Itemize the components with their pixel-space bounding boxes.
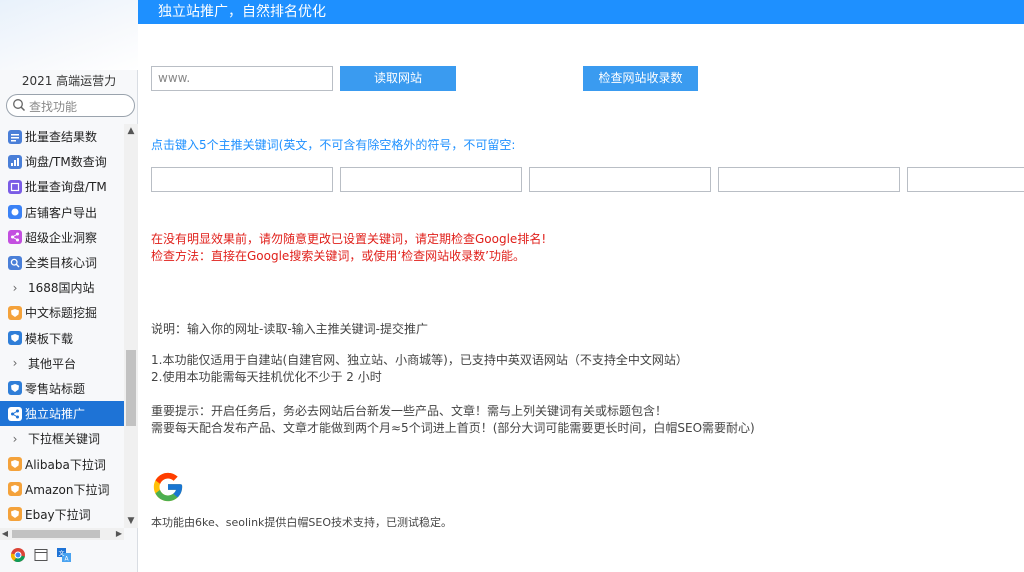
sidebar-item-12[interactable]: › 下拉框关键词 — [0, 426, 124, 451]
shield-icon — [8, 482, 22, 497]
sidebar-item-label: 询盘/TM数查询 — [25, 155, 107, 170]
sidebar-item-5[interactable]: 全类目核心词 — [0, 250, 124, 275]
scrollbar-thumb-horizontal[interactable] — [12, 530, 100, 538]
sidebar-item-7[interactable]: 中文标题挖掘 — [0, 300, 124, 325]
sidebar-item-label: 店铺客户导出 — [25, 205, 98, 220]
translate-icon[interactable]: 文 A — [56, 547, 72, 563]
sidebar-item-label: Alibaba下拉词 — [25, 457, 106, 472]
main-panel: www. 读取网站 检查网站收录数 点击键入5个主推关键词(英文，不可含有除空格… — [138, 24, 1024, 572]
keyword-input-5[interactable] — [907, 167, 1024, 192]
website-url-input[interactable]: www. — [151, 66, 333, 91]
sidebar-item-label: 超级企业洞察 — [25, 230, 98, 245]
keyword-input-4[interactable] — [718, 167, 900, 192]
instructions-text: 说明：输入你的网址-读取-输入主推关键词-提交推广 — [151, 322, 428, 336]
menu-horizontal-scrollbar[interactable]: ◀ ▶ — [0, 528, 124, 540]
sidebar-item-label: 1688国内站 — [28, 281, 95, 296]
share-icon — [8, 230, 22, 245]
sidebar-item-label: 模板下载 — [25, 331, 74, 346]
sidebar-item-13[interactable]: Alibaba下拉词 — [0, 451, 124, 476]
scroll-down-arrow-icon[interactable]: ▼ — [124, 514, 138, 528]
sidebar-item-label: 独立站推广 — [25, 407, 86, 422]
search-icon — [8, 255, 22, 270]
search-list-icon — [8, 129, 22, 144]
shield-icon — [8, 305, 22, 320]
menu-vertical-scrollbar[interactable]: ▲ ▼ — [124, 124, 138, 528]
sidebar-item-1[interactable]: 询盘/TM数查询 — [0, 149, 124, 174]
sidebar-item-8[interactable]: 模板下载 — [0, 326, 124, 351]
sidebar: 2021 高端运营力 查找功能 批量查结果数 询盘/TM数查询 批量查询盘/TM 店铺… — [0, 0, 138, 572]
app-window: 2021 高端运营力 查找功能 批量查结果数 询盘/TM数查询 批量查询盘/TM 店铺… — [0, 0, 1024, 572]
sidebar-item-10[interactable]: 零售站标题 — [0, 376, 124, 401]
url-placeholder: www. — [158, 71, 191, 85]
search-placeholder: 查找功能 — [29, 100, 78, 114]
scrollbar-thumb[interactable] — [126, 350, 136, 426]
sidebar-item-0[interactable]: 批量查结果数 — [0, 124, 124, 149]
google-logo-icon — [153, 472, 183, 502]
window-icon[interactable] — [33, 547, 49, 563]
page-title: 独立站推广，自然排名优化 — [158, 4, 326, 20]
function-search-input[interactable]: 查找功能 — [6, 94, 135, 117]
keyword-prompt: 点击键入5个主推关键词(英文，不可含有除空格外的符号，不可留空: — [151, 138, 516, 152]
sidebar-tray: 文 A — [0, 542, 138, 570]
shield-icon — [8, 331, 22, 346]
scroll-left-arrow-icon[interactable]: ◀ — [0, 528, 10, 540]
sidebar-item-label: 零售站标题 — [25, 381, 86, 396]
function-menu: 批量查结果数 询盘/TM数查询 批量查询盘/TM 店铺客户导出 超级企业洞察 全类目核心词… — [0, 124, 124, 528]
sidebar-item-9[interactable]: › 其他平台 — [0, 351, 124, 376]
important-line-1: 重要提示：开启任务后，务必去网站后台新发一些产品、文章！需与上列关键词有关或标题… — [151, 404, 668, 418]
sidebar-item-4[interactable]: 超级企业洞察 — [0, 225, 124, 250]
important-line-2: 需要每天配合发布产品、文章才能做到两个月≈5个词进上首页！(部分大词可能需要更长… — [151, 421, 755, 435]
read-website-button[interactable]: 读取网站 — [340, 66, 456, 91]
shield-icon — [8, 507, 22, 522]
chevron-right-icon[interactable]: › — [8, 281, 22, 295]
sidebar-item-label: 批量查询盘/TM — [25, 180, 107, 195]
sidebar-banner — [0, 0, 138, 70]
shield-icon — [8, 457, 22, 472]
chevron-right-icon[interactable]: › — [8, 432, 22, 446]
note-line-2: 2.使用本功能需每天挂机优化不少于 2 小时 — [151, 370, 382, 384]
chevron-right-icon[interactable]: › — [8, 356, 22, 370]
keyword-input-2[interactable] — [340, 167, 522, 192]
sidebar-item-label: 其他平台 — [28, 356, 77, 371]
scroll-right-arrow-icon[interactable]: ▶ — [114, 528, 124, 540]
keyword-input-3[interactable] — [529, 167, 711, 192]
page-header: 独立站推广，自然排名优化 — [138, 0, 1024, 24]
sidebar-item-2[interactable]: 批量查询盘/TM — [0, 174, 124, 199]
warning-line-1: 在没有明显效果前，请勿随意更改已设置关键词，请定期检查Google排名! — [151, 232, 547, 246]
sidebar-item-label: Ebay下拉词 — [25, 507, 91, 522]
scroll-up-arrow-icon[interactable]: ▲ — [124, 124, 138, 138]
sidebar-item-15[interactable]: Ebay下拉词 — [0, 502, 124, 527]
footer-note: 本功能由6ke、seolink提供白帽SEO技术支持，已测试稳定。 — [151, 516, 453, 529]
check-indexed-count-button[interactable]: 检查网站收录数 — [583, 66, 698, 91]
circle-icon — [8, 205, 22, 220]
sidebar-item-label: 批量查结果数 — [25, 130, 98, 145]
list-icon — [8, 179, 22, 194]
shield-icon — [8, 381, 22, 396]
sidebar-item-6[interactable]: › 1688国内站 — [0, 275, 124, 300]
search-icon — [13, 99, 26, 112]
chart-icon — [8, 154, 22, 169]
sidebar-item-11[interactable]: 独立站推广 — [0, 401, 124, 427]
warning-line-2: 检查方法：直接在Google搜索关键词，或使用‘检查网站收录数’功能。 — [151, 249, 525, 263]
keyword-input-1[interactable] — [151, 167, 333, 192]
sidebar-item-14[interactable]: Amazon下拉词 — [0, 477, 124, 502]
brand-label: 2021 高端运营力 — [21, 74, 117, 88]
sidebar-item-3[interactable]: 店铺客户导出 — [0, 200, 124, 225]
sidebar-item-label: Amazon下拉词 — [25, 482, 110, 497]
chrome-icon[interactable] — [10, 547, 26, 563]
sidebar-item-label: 中文标题挖掘 — [25, 306, 98, 321]
sidebar-item-label: 全类目核心词 — [25, 256, 98, 271]
sidebar-item-label: 下拉框关键词 — [28, 432, 101, 447]
note-line-1: 1.本功能仅适用于自建站(自建官网、独立站、小商城等)，已支持中英双语网站（不支… — [151, 353, 688, 367]
share-icon — [8, 406, 22, 421]
